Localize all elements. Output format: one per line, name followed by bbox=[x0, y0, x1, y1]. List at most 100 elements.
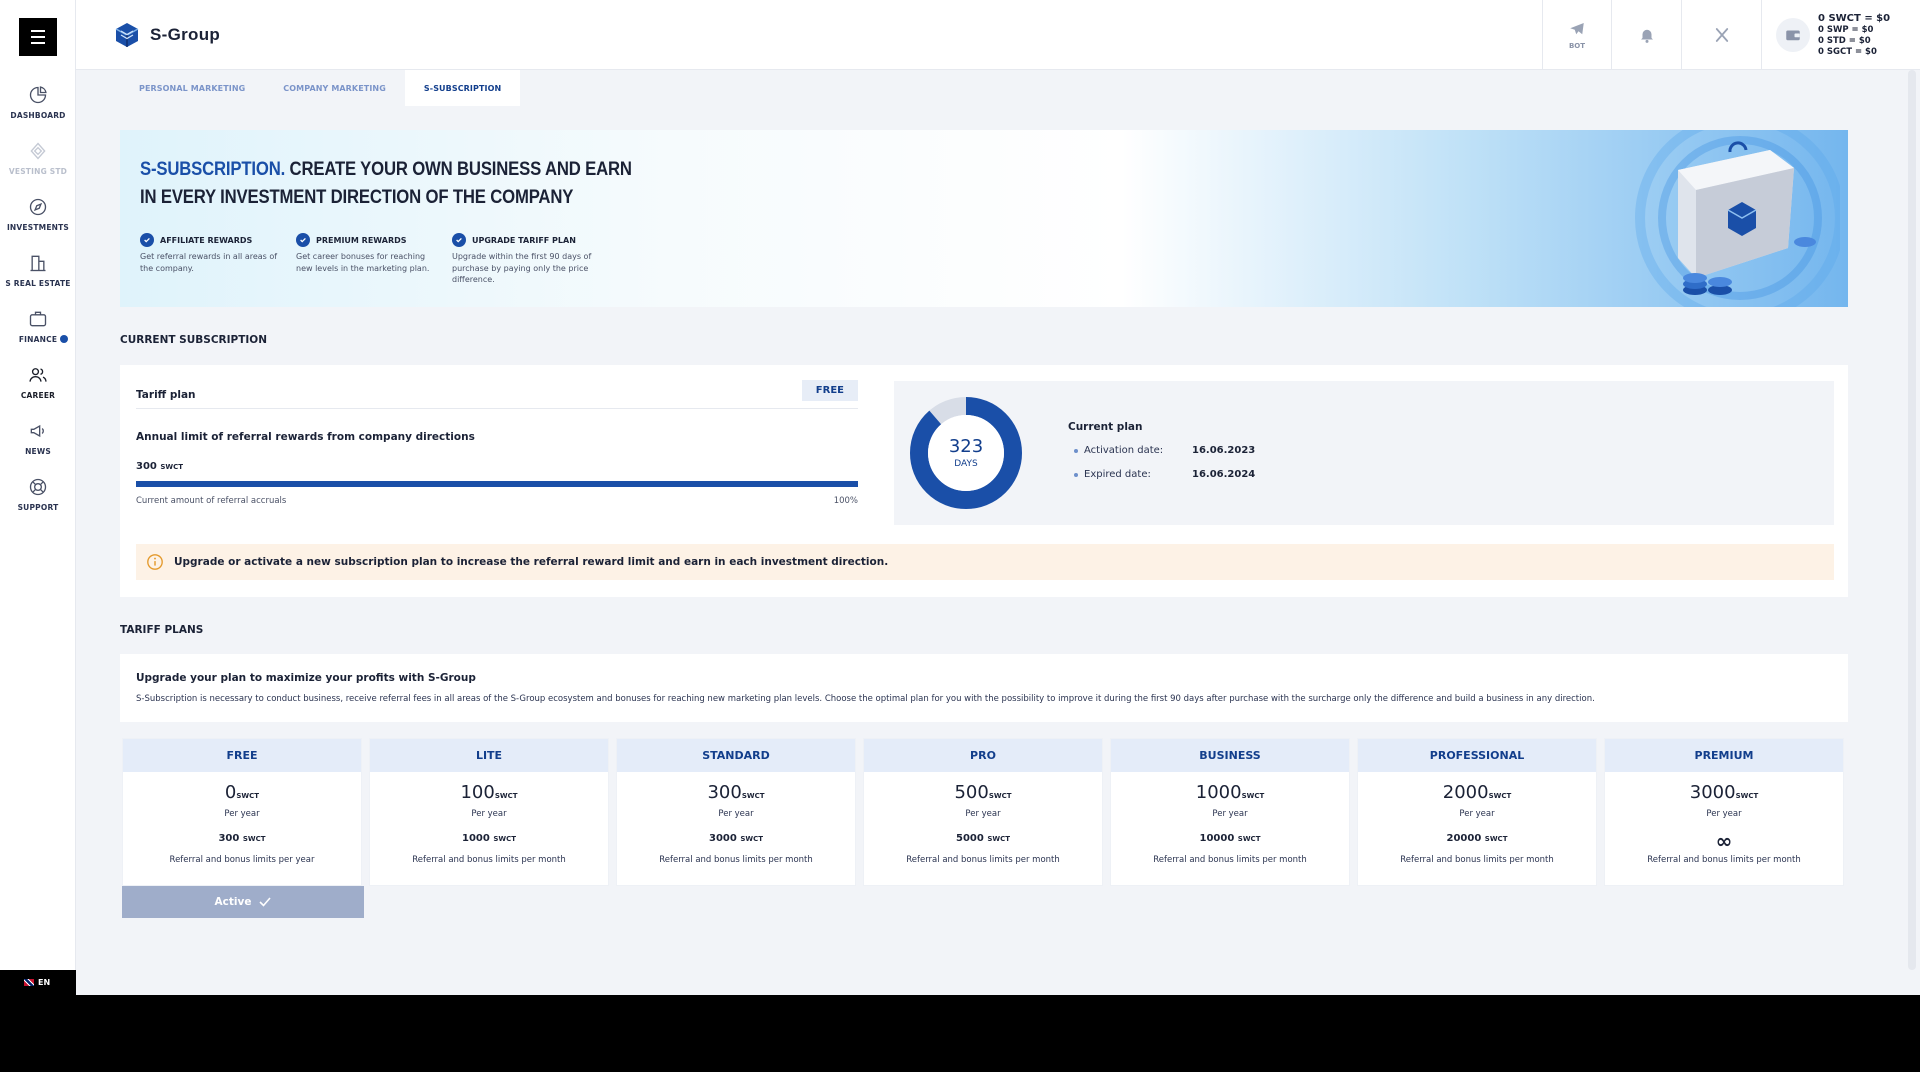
feature-affiliate-rewards: AFFILIATE REWARDS Get referral rewards i… bbox=[140, 233, 282, 286]
plan-price: 3000SWCT bbox=[1605, 782, 1843, 807]
limit-unit: SWCT bbox=[160, 463, 184, 471]
feature-upgrade-tariff: UPGRADE TARIFF PLAN Upgrade within the f… bbox=[452, 233, 594, 286]
page-scrollbar[interactable] bbox=[1908, 70, 1916, 970]
notifications-button[interactable] bbox=[1611, 0, 1681, 70]
telegram-bot-button[interactable]: BOT bbox=[1542, 0, 1611, 70]
sidebar-item-dashboard[interactable]: DASHBOARD bbox=[0, 74, 76, 130]
feature-title: PREMIUM REWARDS bbox=[316, 235, 407, 245]
plan-period: Per year bbox=[1459, 809, 1495, 819]
sidebar-item-label: DASHBOARD bbox=[10, 110, 66, 120]
plan-name: PRO bbox=[864, 739, 1102, 772]
logo[interactable]: S-Group bbox=[112, 20, 220, 50]
language-switcher[interactable]: EN bbox=[0, 970, 76, 995]
tab-company-marketing[interactable]: COMPANY MARKETING bbox=[264, 70, 405, 106]
briefcase-icon bbox=[29, 311, 47, 326]
plan-limit: 20000 SWCT bbox=[1358, 833, 1596, 849]
banner-features: AFFILIATE REWARDS Get referral rewards i… bbox=[140, 233, 594, 286]
expired-date-value: 16.06.2024 bbox=[1192, 469, 1256, 480]
plan-price-unit: SWCT bbox=[741, 792, 765, 800]
plan-limit-value: 10000 bbox=[1199, 833, 1235, 844]
plan-price: 1000SWCT bbox=[1111, 782, 1349, 807]
plan-limit-description: Referral and bonus limits per month bbox=[1647, 855, 1801, 865]
tab-personal-marketing[interactable]: PERSONAL MARKETING bbox=[120, 70, 264, 106]
checkmark-icon bbox=[259, 897, 272, 907]
progress-caption: Current amount of referral accruals 100% bbox=[136, 496, 858, 506]
plan-limit-value: 5000 bbox=[955, 833, 984, 844]
plan-card-free[interactable]: FREE 0SWCT Per year 300 SWCT Referral an… bbox=[122, 738, 362, 886]
plan-limit: 5000 SWCT bbox=[864, 833, 1102, 849]
sidebar-item-career[interactable]: CAREER bbox=[0, 354, 76, 410]
plan-price: 2000SWCT bbox=[1358, 782, 1596, 807]
subscription-banner: S-SUBSCRIPTION. CREATE YOUR OWN BUSINESS… bbox=[120, 130, 1848, 307]
plan-period: Per year bbox=[1212, 809, 1248, 819]
balance-sgct: 0 SGCT = $0 bbox=[1818, 46, 1877, 57]
sidebar-item-news[interactable]: NEWS bbox=[0, 410, 76, 466]
top-header: S-Group BOT 0 SWCT = $0 0 SWP = $0 0 STD… bbox=[76, 0, 1920, 70]
plan-card-professional[interactable]: PROFESSIONAL 2000SWCT Per year 20000 SWC… bbox=[1357, 738, 1597, 886]
active-plan-button[interactable]: Active bbox=[122, 886, 364, 918]
x-logo-icon bbox=[1715, 28, 1728, 42]
plan-limit-description: Referral and bonus limits per year bbox=[169, 855, 315, 865]
app-window: DASHBOARD VESTING STD INVESTMENTS S REAL… bbox=[0, 0, 1920, 995]
activation-date-row: Activation date: 16.06.2023 bbox=[1074, 445, 1255, 456]
plan-price-unit: SWCT bbox=[988, 792, 1012, 800]
plan-limit-unit: SWCT bbox=[493, 835, 516, 843]
sidebar-item-investments[interactable]: INVESTMENTS bbox=[0, 186, 76, 242]
sidebar-item-finance[interactable]: FINANCE bbox=[0, 298, 76, 354]
building-icon bbox=[30, 255, 46, 271]
plan-price-value: 3000 bbox=[1689, 782, 1736, 803]
plan-limit-value: 300 bbox=[218, 833, 240, 844]
referral-progress-fill bbox=[136, 481, 858, 487]
sidebar-item-label: SUPPORT bbox=[17, 502, 59, 512]
plan-name: LITE bbox=[370, 739, 608, 772]
plan-limit-description: Referral and bonus limits per month bbox=[906, 855, 1060, 865]
plan-card-standard[interactable]: STANDARD 300SWCT Per year 3000 SWCT Refe… bbox=[616, 738, 856, 886]
activation-date-label: Activation date: bbox=[1084, 445, 1164, 456]
balance-swp: 0 SWP = $0 bbox=[1818, 24, 1874, 35]
megaphone-icon bbox=[30, 424, 44, 437]
x-social-button[interactable] bbox=[1681, 0, 1761, 70]
plan-period: Per year bbox=[224, 809, 260, 819]
plan-limit-description: Referral and bonus limits per month bbox=[1153, 855, 1307, 865]
active-plan-label: Active bbox=[214, 896, 252, 908]
plan-price-value: 300 bbox=[707, 782, 742, 803]
plan-card-pro[interactable]: PRO 500SWCT Per year 5000 SWCT Referral … bbox=[863, 738, 1103, 886]
days-unit: DAYS bbox=[954, 459, 978, 469]
suitcase-illustration bbox=[1635, 130, 1840, 307]
expired-date-label: Expired date: bbox=[1084, 469, 1151, 480]
feature-title: AFFILIATE REWARDS bbox=[160, 235, 253, 245]
plan-card-lite[interactable]: LITE 100SWCT Per year 1000 SWCT Referral… bbox=[369, 738, 609, 886]
current-plan-box: 323 DAYS Current plan Activation date: 1… bbox=[894, 381, 1834, 525]
news-notification-dot bbox=[60, 335, 68, 343]
sidebar-item-vesting-std[interactable]: VESTING STD bbox=[0, 130, 76, 186]
plan-price: 100SWCT bbox=[370, 782, 608, 807]
sidebar-item-support[interactable]: SUPPORT bbox=[0, 466, 76, 522]
hamburger-menu-button[interactable] bbox=[19, 18, 57, 56]
upgrade-intro: Upgrade your plan to maximize your profi… bbox=[120, 654, 1848, 722]
plan-card-business[interactable]: BUSINESS 1000SWCT Per year 10000 SWCT Re… bbox=[1110, 738, 1350, 886]
banner-title: S-SUBSCRIPTION. CREATE YOUR OWN BUSINESS… bbox=[140, 156, 633, 212]
wallet-balances[interactable]: 0 SWCT = $0 0 SWP = $0 0 STD = $0 0 SGCT… bbox=[1761, 0, 1920, 70]
sidebar-item-label: VESTING STD bbox=[8, 166, 68, 176]
info-circle-icon bbox=[147, 554, 163, 570]
plan-price-unit: SWCT bbox=[236, 792, 260, 800]
plan-limit: 3000 SWCT bbox=[617, 833, 855, 849]
activation-date-value: 16.06.2023 bbox=[1192, 445, 1256, 456]
plan-card-premium[interactable]: PREMIUM 3000SWCT Per year ∞ Referral and… bbox=[1604, 738, 1844, 886]
days-remaining-count: 323 bbox=[948, 436, 984, 457]
tab-s-subscription[interactable]: S-SUBSCRIPTION bbox=[404, 70, 521, 106]
sidebar-item-label: CAREER bbox=[20, 390, 56, 400]
upgrade-alert: Upgrade or activate a new subscription p… bbox=[136, 544, 1834, 580]
referral-progress-bar bbox=[136, 481, 858, 487]
check-circle-icon bbox=[140, 233, 154, 247]
expired-date-row: Expired date: 16.06.2024 bbox=[1074, 469, 1255, 480]
balance-swct: 0 SWCT = $0 bbox=[1818, 12, 1891, 24]
plan-limit-unit: SWCT bbox=[1237, 835, 1261, 843]
sidebar-item-s-real-estate[interactable]: S REAL ESTATE bbox=[0, 242, 76, 298]
plan-price-unit: SWCT bbox=[1735, 792, 1759, 800]
plan-price-value: 2000 bbox=[1442, 782, 1489, 803]
plan-price: 300SWCT bbox=[617, 782, 855, 807]
tariff-plan-cards: FREE 0SWCT Per year 300 SWCT Referral an… bbox=[122, 738, 1848, 886]
sidebar: DASHBOARD VESTING STD INVESTMENTS S REAL… bbox=[0, 0, 76, 995]
plan-price-value: 100 bbox=[460, 782, 495, 803]
